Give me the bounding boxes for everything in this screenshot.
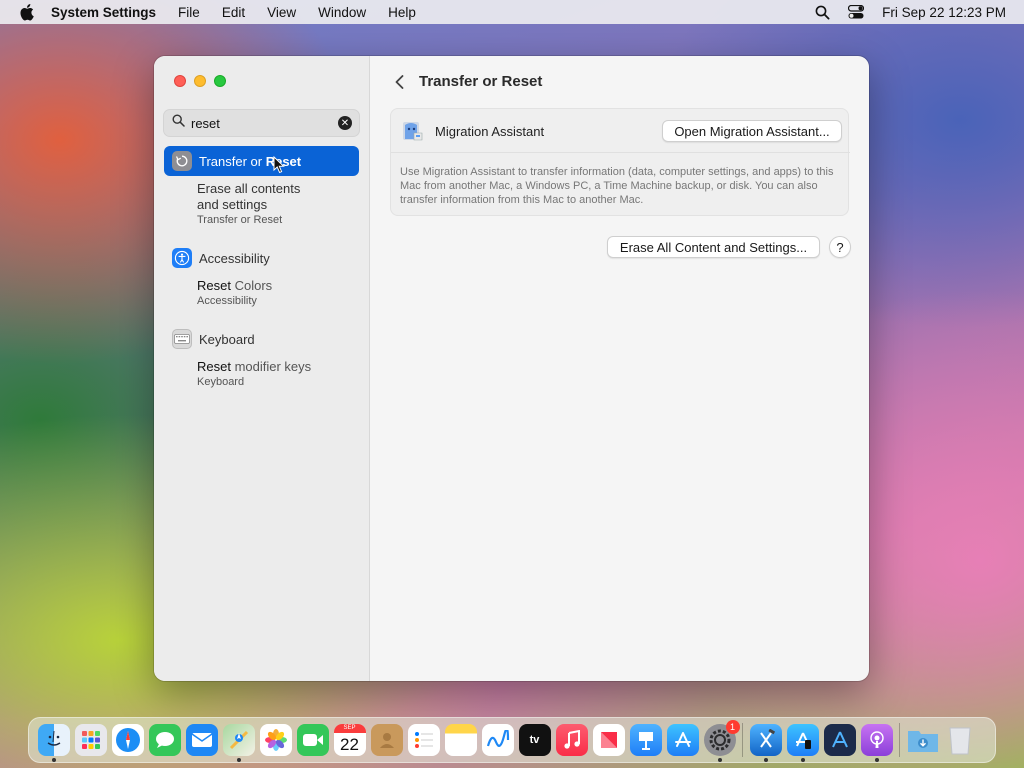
sidebar-item-keyboard[interactable]: Keyboard (164, 324, 359, 354)
music-icon[interactable] (555, 724, 588, 756)
sidebar: ✕ Transfer or Reset Erase all contents a… (154, 56, 370, 681)
instruments-icon[interactable] (823, 724, 856, 756)
simulator-icon[interactable] (786, 724, 819, 762)
back-chevron-icon[interactable] (391, 73, 407, 91)
clear-search-icon[interactable]: ✕ (338, 116, 352, 130)
menu-help[interactable]: Help (388, 5, 416, 20)
sidebar-search: ✕ (163, 109, 360, 137)
result-title: Reset modifier keys (197, 359, 312, 374)
menu-bar: System Settings File Edit View Window He… (0, 0, 1024, 24)
podcasts-icon[interactable] (860, 724, 893, 762)
migration-assistant-card: Migration Assistant Open Migration Assis… (390, 108, 850, 216)
open-migration-assistant-button[interactable]: Open Migration Assistant... (662, 120, 842, 142)
downloads-folder-icon[interactable] (907, 724, 939, 756)
dock-separator (899, 723, 900, 757)
sidebar-item-label: Accessibility (199, 250, 270, 266)
apple-tv-icon[interactable]: tv (518, 724, 551, 756)
settings-window: ✕ Transfer or Reset Erase all contents a… (154, 56, 869, 681)
calendar-day-label: 22 (340, 735, 359, 754)
photos-icon[interactable] (259, 724, 292, 756)
app-store-icon[interactable] (666, 724, 699, 756)
result-title: Reset Colors (197, 278, 273, 293)
migration-assistant-label: Migration Assistant (435, 124, 545, 139)
mail-icon[interactable] (185, 724, 218, 756)
safari-icon[interactable] (111, 724, 144, 756)
facetime-icon[interactable] (296, 724, 329, 756)
system-settings-icon[interactable]: 1 (703, 720, 740, 762)
page-title: Transfer or Reset (419, 73, 543, 90)
reminders-icon[interactable] (407, 724, 440, 756)
minimize-window-button[interactable] (194, 75, 206, 87)
migration-assistant-description: Use Migration Assistant to transfer info… (400, 166, 834, 206)
menu-view[interactable]: View (267, 5, 296, 20)
xcode-icon[interactable] (749, 724, 782, 762)
result-category: Transfer or Reset (197, 214, 283, 226)
accessibility-icon (172, 248, 192, 268)
result-category: Keyboard (197, 376, 245, 388)
sidebar-item-label: Keyboard (199, 331, 255, 347)
sidebar-item-accessibility[interactable]: Accessibility (164, 243, 359, 273)
messages-icon[interactable] (148, 724, 181, 756)
contacts-icon[interactable] (370, 724, 403, 756)
menubar-clock[interactable]: Fri Sep 22 12:23 PM (882, 5, 1006, 20)
sidebar-item-transfer-or-reset[interactable]: Transfer or Reset (164, 146, 359, 176)
window-controls (174, 75, 234, 87)
finder-icon[interactable] (37, 724, 70, 762)
dock: SEP 22 tv 1 (28, 717, 996, 763)
transfer-reset-icon (172, 151, 192, 171)
news-icon[interactable] (592, 724, 625, 756)
close-window-button[interactable] (174, 75, 186, 87)
menu-window[interactable]: Window (318, 5, 366, 20)
maps-icon[interactable] (222, 724, 255, 762)
freeform-icon[interactable] (481, 724, 514, 756)
help-button[interactable]: ? (829, 236, 851, 258)
control-center-icon[interactable] (848, 5, 865, 19)
launchpad-icon[interactable] (74, 724, 107, 756)
result-title-line2: and settings (197, 197, 268, 212)
migration-assistant-icon (400, 119, 424, 143)
result-reset-modifier-keys[interactable]: Reset modifier keys Keyboard (197, 359, 311, 389)
dock-separator (742, 723, 743, 757)
menu-app-name[interactable]: System Settings (51, 5, 156, 20)
migration-assistant-row: Migration Assistant Open Migration Assis… (391, 109, 850, 153)
result-category: Accessibility (197, 295, 257, 307)
erase-all-content-button[interactable]: Erase All Content and Settings... (607, 236, 820, 258)
notification-badge: 1 (725, 720, 740, 734)
result-reset-colors[interactable]: Reset Colors Accessibility (197, 278, 272, 308)
keyboard-icon (172, 329, 192, 349)
keynote-icon[interactable] (629, 724, 662, 756)
result-erase-all-contents[interactable]: Erase all contents and settings Transfer… (197, 181, 300, 227)
menu-edit[interactable]: Edit (222, 5, 245, 20)
menubar-status-area: Fri Sep 22 12:23 PM (797, 5, 1024, 20)
calendar-icon[interactable]: SEP 22 (333, 724, 366, 756)
menu-file[interactable]: File (178, 5, 200, 20)
mouse-cursor-icon (273, 156, 285, 174)
calendar-month-label: SEP (333, 724, 366, 733)
notes-icon[interactable] (444, 724, 477, 756)
search-input[interactable] (191, 115, 331, 131)
trash-icon[interactable] (944, 724, 976, 756)
content-titlebar: Transfer or Reset (371, 56, 869, 108)
spotlight-search-icon[interactable] (815, 5, 830, 20)
zoom-window-button[interactable] (214, 75, 226, 87)
search-icon (172, 114, 185, 132)
apple-menu-icon[interactable] (17, 3, 35, 21)
result-title-line1: Erase all contents (197, 181, 301, 196)
sidebar-item-label: Transfer or Reset (199, 153, 302, 169)
content-pane: Transfer or Reset Migration Assistant Op… (371, 56, 869, 681)
